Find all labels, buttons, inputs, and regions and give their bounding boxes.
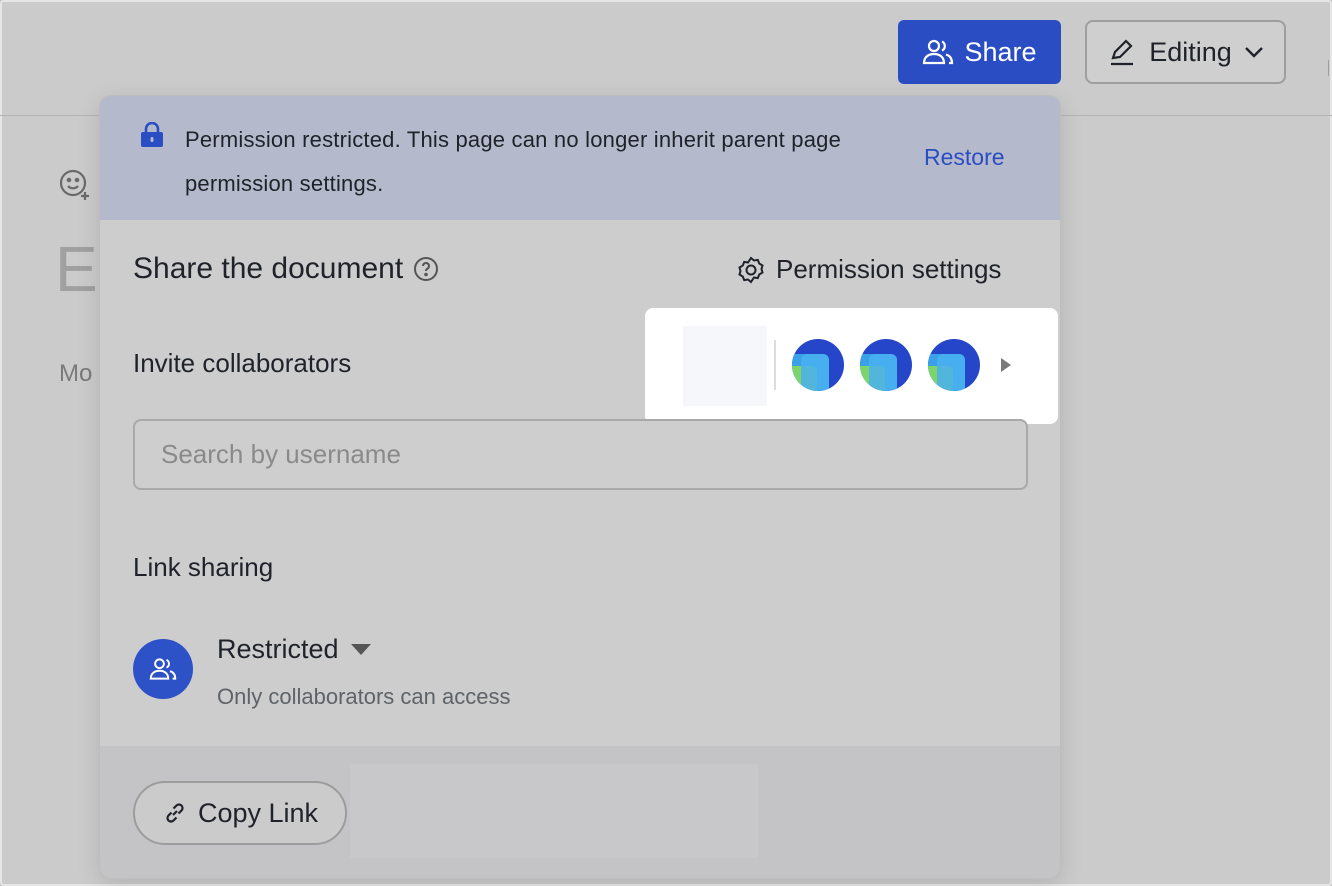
share-button[interactable]: Share (898, 20, 1061, 84)
lock-icon (141, 122, 163, 147)
document-title: E (55, 233, 98, 305)
permission-banner: Permission restricted. This page can no … (100, 96, 1060, 220)
people-icon (923, 39, 954, 65)
strip-divider (774, 340, 776, 390)
link-icon (166, 803, 184, 823)
gear-icon (738, 256, 764, 283)
invite-collaborators-title: Invite collaborators (133, 348, 352, 378)
link-mode-dropdown[interactable]: Restricted (217, 634, 371, 665)
permission-settings-label: Permission settings (776, 254, 1002, 284)
link-audience-avatar (133, 639, 193, 699)
chevron-right-icon[interactable] (999, 356, 1013, 374)
share-panel: Permission restricted. This page can no … (99, 95, 1061, 879)
app-icon[interactable] (927, 338, 981, 392)
permission-settings-button[interactable]: Permission settings (736, 254, 1001, 285)
chevron-down-icon (1244, 47, 1263, 58)
footer-ghost (350, 764, 758, 858)
copy-link-button[interactable]: Copy Link (133, 781, 347, 845)
document-meta: Mo (59, 360, 93, 387)
app-icon[interactable] (859, 338, 913, 392)
copy-link-label: Copy Link (197, 797, 319, 828)
restore-button[interactable]: Restore (924, 144, 1005, 171)
share-button-label: Share (964, 36, 1037, 67)
caret-down-icon (350, 644, 371, 655)
panel-footer: Copy Link (100, 746, 1060, 878)
share-title-text: Share the document (133, 252, 404, 285)
app-placeholder (683, 326, 767, 406)
share-title: Share the document (133, 252, 439, 286)
overflow-hint (1328, 60, 1329, 76)
link-mode-label: Restricted (217, 634, 339, 664)
help-icon[interactable] (413, 256, 439, 282)
link-sharing-title: Link sharing (133, 552, 274, 582)
banner-message: Permission restricted. This page can no … (185, 127, 842, 196)
add-emoji-icon[interactable] (58, 167, 92, 201)
link-mode-description: Only collaborators can access (217, 684, 511, 709)
pencil-icon (1111, 39, 1134, 66)
app-icon[interactable] (791, 338, 845, 392)
collaborator-apps-strip (645, 308, 1058, 424)
editing-mode-button[interactable]: Editing (1085, 20, 1286, 84)
people-icon (149, 658, 177, 680)
search-input[interactable] (133, 419, 1028, 490)
editing-button-label: Editing (1149, 36, 1232, 67)
